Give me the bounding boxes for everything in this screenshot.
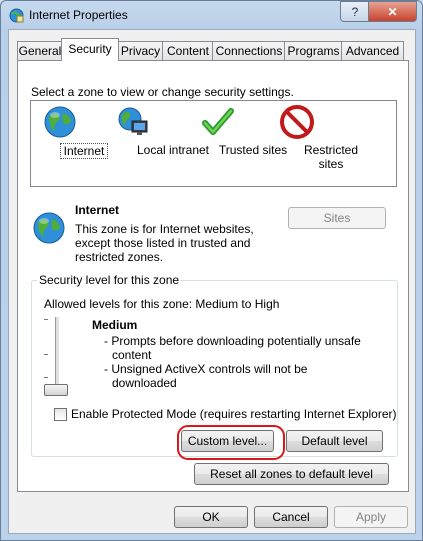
zone-label: Restricted sites <box>303 143 359 171</box>
protected-mode-label: Enable Protected Mode (requires restarti… <box>71 407 397 421</box>
title-bar[interactable]: Internet Properties ? ✕ <box>1 1 422 29</box>
selected-zone-globe-icon <box>32 211 66 245</box>
intranet-icon <box>116 105 150 139</box>
allowed-levels-text: Allowed levels for this zone: Medium to … <box>44 297 280 311</box>
zone-label: Local intranet <box>136 143 210 157</box>
tab-strip: General Security Privacy Content Connect… <box>17 38 412 61</box>
security-level-slider-track[interactable] <box>55 317 60 389</box>
zone-label: Trusted sites <box>218 143 288 157</box>
sites-button[interactable]: Sites <box>288 207 386 229</box>
internet-options-icon <box>9 8 24 23</box>
close-button[interactable]: ✕ <box>368 1 417 22</box>
ok-button[interactable]: OK <box>174 506 248 528</box>
dialog-client-area: General Security Privacy Content Connect… <box>8 29 416 534</box>
tab-programs[interactable]: Programs <box>284 41 343 60</box>
no-entry-icon <box>280 105 314 139</box>
zone-list[interactable]: Internet Local intranet Trusted sites Re… <box>30 100 397 187</box>
tab-security[interactable]: Security <box>61 38 119 61</box>
level-point: - Unsigned ActiveX controls will not be … <box>104 362 308 390</box>
tab-connections[interactable]: Connections <box>212 41 286 60</box>
globe-icon <box>43 105 77 139</box>
help-button[interactable]: ? <box>340 1 370 22</box>
internet-properties-window: Internet Properties ? ✕ General Security… <box>0 0 423 541</box>
slider-tick <box>44 354 48 355</box>
tab-advanced[interactable]: Advanced <box>341 41 404 60</box>
cancel-button[interactable]: Cancel <box>254 506 328 528</box>
protected-mode-option[interactable]: Enable Protected Mode (requires restarti… <box>54 407 397 421</box>
security-level-slider-thumb[interactable] <box>44 384 68 396</box>
zone-label: Internet <box>60 143 108 159</box>
slider-tick <box>44 377 48 378</box>
tab-general[interactable]: General <box>17 41 63 60</box>
slider-tick <box>44 319 48 320</box>
apply-button[interactable]: Apply <box>334 506 408 528</box>
security-level-description: - Prompts before downloading potentially… <box>104 334 364 390</box>
reset-all-zones-button[interactable]: Reset all zones to default level <box>194 463 389 485</box>
security-level-name: Medium <box>92 318 138 332</box>
level-point: - Prompts before downloading potentially… <box>104 334 361 362</box>
tab-privacy[interactable]: Privacy <box>117 41 164 60</box>
default-level-button[interactable]: Default level <box>286 430 383 452</box>
security-level-group-title: Security level for this zone <box>37 273 182 287</box>
zone-prompt: Select a zone to view or change security… <box>31 85 294 99</box>
checkmark-icon <box>201 105 235 139</box>
custom-level-button[interactable]: Custom level... <box>181 430 274 452</box>
window-title: Internet Properties <box>29 8 128 22</box>
selected-zone-description: This zone is for Internet websites, exce… <box>75 222 254 264</box>
tab-content[interactable]: Content <box>162 41 214 60</box>
selected-zone-title: Internet <box>75 203 120 217</box>
security-tab-panel: Select a zone to view or change security… <box>17 60 409 492</box>
protected-mode-checkbox[interactable] <box>54 407 67 421</box>
